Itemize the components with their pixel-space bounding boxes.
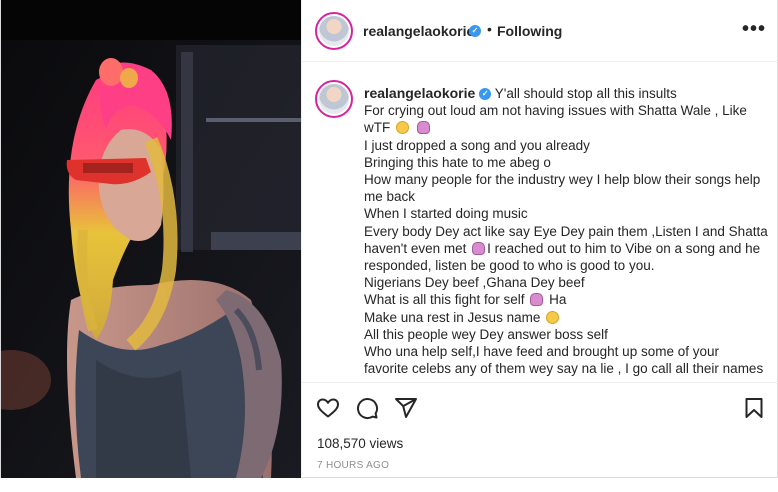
caption-line: I just dropped a song and you already [364, 137, 590, 153]
caption-line: wTF [364, 119, 770, 136]
caption-line: Who una help self,I have feed and brough… [364, 344, 719, 360]
caption-text: Ha [549, 292, 567, 308]
caption-avatar[interactable] [315, 80, 353, 118]
caption-line: haven't even met I reached out to him to… [364, 240, 770, 257]
caption-text: What is all this fight for self [364, 292, 525, 308]
person-shrugging-emoji-icon [472, 241, 486, 255]
avatar-image [319, 16, 349, 46]
caption-line: When I started doing music [364, 206, 528, 222]
caption-line: Every body Dey act like say Eye Dey pain… [364, 223, 768, 239]
verified-badge-icon: ✓ [479, 88, 492, 101]
post-caption: realangelaokorie ✓ Y'all should stop all … [364, 85, 770, 377]
worried-face-emoji-icon [546, 310, 560, 324]
caption-line: All this people wey Dey answer boss self [364, 326, 608, 342]
caption-text: haven't even met [364, 240, 467, 256]
post-sidebar: realangelaokorie ✓ • Following ••• reala… [301, 0, 778, 478]
caption-text: wTF [364, 120, 391, 136]
worried-face-emoji-icon [396, 121, 410, 135]
caption-line: responded, listen be good to who is good… [364, 258, 655, 274]
share-icon[interactable] [394, 396, 418, 420]
caption-text: Make una rest in Jesus name [364, 309, 541, 325]
post-header: realangelaokorie ✓ • Following ••• [302, 0, 778, 62]
caption-line: Make una rest in Jesus name [364, 309, 770, 326]
separator-dot: • [487, 21, 492, 37]
caption-section: realangelaokorie ✓ Y'all should stop all … [302, 63, 778, 383]
header-username[interactable]: realangelaokorie [363, 23, 474, 39]
more-options-icon[interactable]: ••• [742, 18, 766, 41]
video-frame [1, 0, 301, 478]
action-bar [302, 384, 778, 434]
avatar[interactable] [315, 12, 353, 50]
post-timestamp[interactable]: 7 HOURS AGO [317, 460, 389, 471]
caption-text: I reached out to him to Vibe on a song a… [487, 240, 761, 256]
caption-line: Bringing this hate to me abeg o [364, 154, 551, 170]
person-shrugging-emoji-icon [416, 121, 430, 135]
avatar-image [319, 84, 349, 114]
verified-badge-icon: ✓ [469, 25, 481, 37]
view-count[interactable]: 108,570 views [317, 436, 403, 451]
caption-line: For crying out loud am not having issues… [364, 103, 747, 119]
comment-icon[interactable] [355, 396, 379, 420]
caption-line: realangelaokorie ✓ Y'all should stop all … [364, 85, 770, 102]
caption-line: Nigerians Dey beef ,Ghana Dey beef [364, 275, 585, 291]
caption-text: Y'all should stop all this insults [494, 86, 677, 101]
caption-line: What is all this fight for self Ha [364, 291, 770, 308]
bookmark-icon[interactable] [742, 396, 766, 420]
person-shrugging-emoji-icon [530, 293, 544, 307]
caption-line: How many people for the industry wey I h… [364, 172, 761, 188]
instagram-post: realangelaokorie ✓ • Following ••• reala… [0, 0, 778, 478]
caption-username[interactable]: realangelaokorie [364, 85, 475, 101]
post-video[interactable] [1, 0, 301, 478]
following-button[interactable]: Following [497, 23, 562, 39]
caption-line: me back [364, 189, 416, 205]
caption-line: favorite celebs any of them wey say na l… [364, 361, 764, 377]
heart-icon[interactable] [316, 396, 340, 420]
